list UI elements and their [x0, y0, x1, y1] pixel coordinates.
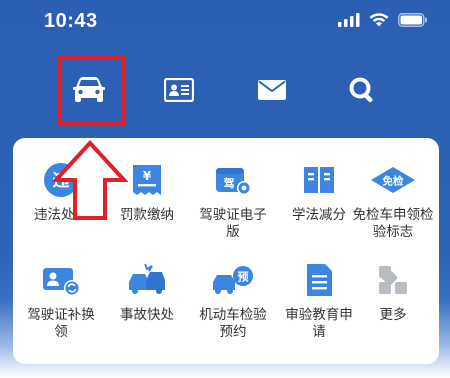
- service-label: 驾驶证补换领: [27, 307, 95, 339]
- booking-badge: 预: [238, 270, 249, 284]
- id-card-icon: [164, 78, 194, 102]
- service-inspection-booking[interactable]: 预 机动车检验预约: [190, 256, 276, 340]
- book-icon: [304, 167, 334, 193]
- wifi-icon: [369, 13, 389, 27]
- battery-icon: [398, 13, 427, 27]
- service-label: 驾驶证电子版: [199, 207, 267, 239]
- fine-badge: ¥: [143, 169, 152, 183]
- inspection-booking-icon: 预: [213, 266, 253, 294]
- status-time: 10:43: [44, 10, 98, 32]
- signal-icon: [338, 13, 360, 27]
- status-icons: [338, 13, 428, 27]
- accident-icon: [129, 263, 165, 294]
- nav-license[interactable]: [147, 58, 211, 122]
- e-license-badge: 驾: [223, 176, 235, 190]
- nav-search[interactable]: [330, 58, 394, 122]
- exempt-badge: 免检: [383, 175, 404, 188]
- service-license-renew[interactable]: 驾驶证补换领: [18, 256, 104, 340]
- service-label: 免检车申领检验标志: [352, 207, 434, 239]
- service-accident[interactable]: 事故快处: [104, 256, 190, 323]
- search-icon: [349, 77, 373, 103]
- pointer-arrow-icon: [52, 140, 128, 220]
- license-renew-icon: [43, 268, 80, 296]
- status-bar: 10:43: [0, 0, 450, 44]
- nav-messages[interactable]: [240, 58, 304, 122]
- exempt-inspection-icon: 免检: [371, 167, 415, 193]
- service-label: 审验教育申请: [285, 307, 353, 339]
- service-exempt-inspection[interactable]: 免检 免检车申领检验标志: [348, 156, 438, 240]
- document-icon: [307, 264, 332, 296]
- service-more[interactable]: 更多: [348, 256, 438, 323]
- highlight-box: [57, 56, 125, 125]
- fine-payment-icon: ¥: [133, 165, 161, 195]
- service-label: 学法减分: [292, 207, 346, 222]
- service-label: 事故快处: [120, 307, 174, 322]
- e-license-icon: 驾: [216, 168, 251, 195]
- more-icon: [379, 266, 407, 294]
- service-label: 更多: [379, 307, 407, 322]
- service-label: 机动车检验预约: [199, 307, 267, 339]
- mail-icon: [258, 80, 286, 100]
- service-e-license[interactable]: 驾 驾驶证电子版: [190, 156, 276, 240]
